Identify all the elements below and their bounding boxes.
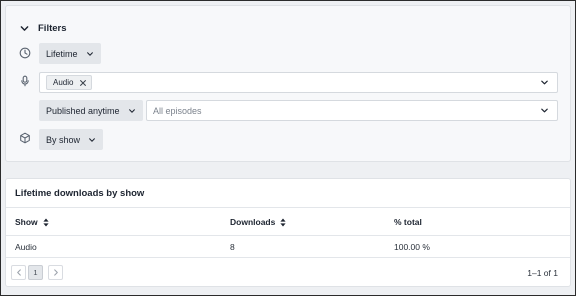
episodes-select[interactable]: All episodes	[146, 100, 558, 121]
episodes-placeholder: All episodes	[153, 105, 202, 116]
cell-percent: 100.00 %	[394, 242, 430, 252]
chevron-down-icon[interactable]	[20, 24, 29, 33]
group-by-dropdown[interactable]: By show	[39, 129, 104, 150]
column-header-downloads[interactable]: Downloads	[230, 217, 286, 227]
filters-header[interactable]: Filters	[20, 20, 67, 36]
page-button-current[interactable]: 1	[28, 265, 43, 280]
column-header-label: Show	[15, 217, 38, 227]
column-header-percent: % total	[394, 217, 422, 227]
divider	[6, 257, 570, 258]
published-dropdown[interactable]: Published anytime	[39, 100, 143, 121]
content-type-field[interactable]: Audio	[39, 72, 558, 93]
filters-panel: Filters Lifetime Audio Published anytime…	[5, 5, 571, 162]
column-header-label: % total	[394, 217, 422, 227]
next-page-button[interactable]	[48, 265, 63, 280]
chevron-down-icon[interactable]	[540, 106, 549, 115]
downloads-table-panel: Lifetime downloads by show Show Download…	[5, 178, 571, 287]
pagination-range: 1–1 of 1	[527, 268, 558, 278]
chevron-down-icon[interactable]	[540, 78, 549, 87]
column-header-show[interactable]: Show	[15, 217, 49, 227]
time-range-label: Lifetime	[46, 48, 78, 59]
sort-icon[interactable]	[280, 218, 286, 227]
microphone-icon	[18, 74, 32, 88]
clock-icon	[18, 46, 32, 60]
chevron-right-icon	[53, 269, 59, 276]
chevron-down-icon	[86, 50, 94, 58]
cell-downloads: 8	[230, 242, 235, 252]
table-title: Lifetime downloads by show	[15, 188, 145, 199]
tag-audio: Audio	[46, 75, 93, 90]
chevron-down-icon	[88, 136, 96, 144]
tag-label: Audio	[53, 78, 74, 87]
close-icon[interactable]	[79, 79, 87, 87]
app-frame: Filters Lifetime Audio Published anytime…	[0, 0, 576, 296]
time-range-dropdown[interactable]: Lifetime	[39, 43, 101, 64]
cell-show: Audio	[15, 242, 37, 252]
column-header-label: Downloads	[230, 217, 276, 227]
filters-title: Filters	[38, 22, 67, 34]
cube-icon	[18, 131, 32, 145]
published-label: Published anytime	[46, 105, 120, 116]
prev-page-button[interactable]	[11, 265, 26, 280]
sort-icon[interactable]	[43, 218, 49, 227]
divider	[6, 235, 570, 236]
group-by-label: By show	[46, 134, 81, 145]
divider	[6, 207, 570, 208]
chevron-down-icon	[128, 107, 136, 115]
chevron-left-icon	[16, 269, 22, 276]
